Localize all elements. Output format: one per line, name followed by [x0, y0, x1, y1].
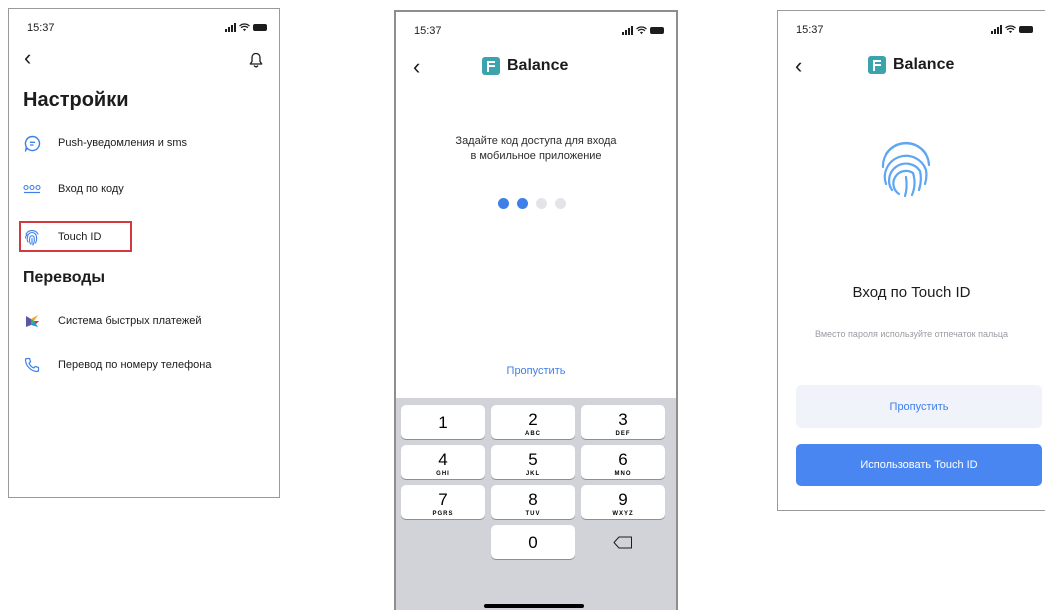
balance-logo-icon	[482, 57, 500, 75]
settings-item-sbp[interactable]: Система быстрых платежей	[23, 307, 201, 335]
settings-item-label: Перевод по номеру телефона	[58, 359, 212, 371]
brand-name: Balance	[893, 56, 955, 73]
settings-item-label: Вход по коду	[58, 183, 124, 195]
backspace-key[interactable]	[581, 525, 665, 559]
key-3[interactable]: 3 DEF	[581, 405, 665, 439]
touch-id-screen: 15:37 ‹ Balance Вход по Touch ID Вместо …	[777, 10, 1045, 511]
status-bar: 15:37	[9, 22, 279, 36]
signal-icon	[225, 23, 236, 32]
key-4[interactable]: 4 GHI	[401, 445, 485, 479]
chat-bubble-icon	[23, 134, 41, 152]
prompt-line-1: Задайте код доступа для входа	[455, 135, 617, 147]
signal-icon	[991, 25, 1002, 34]
settings-item-label: Система быстрых платежей	[58, 315, 202, 327]
back-button[interactable]: ‹	[24, 47, 31, 69]
settings-screen: 15:37 ‹ Настройки Push-уведомления и sms…	[8, 8, 280, 498]
settings-item-passcode[interactable]: Вход по коду	[23, 175, 124, 203]
section-title-transfers: Переводы	[23, 269, 106, 286]
status-time: 15:37	[796, 24, 824, 36]
brand-header: Balance	[482, 57, 568, 75]
status-bar: 15:37	[778, 24, 1045, 38]
skip-link[interactable]: Пропустить	[396, 365, 676, 377]
phone-icon	[23, 356, 41, 374]
back-button[interactable]: ‹	[795, 55, 802, 77]
brand-header: Balance	[868, 56, 954, 74]
pin-dot	[536, 198, 547, 209]
fingerprint-icon	[881, 141, 931, 198]
pin-dot	[498, 198, 509, 209]
back-button[interactable]: ‹	[413, 56, 420, 78]
key-9[interactable]: 9 WXYZ	[581, 485, 665, 519]
passcode-prompt: Задайте код доступа для входа в мобильно…	[396, 134, 676, 164]
touch-id-description: Вместо пароля используйте отпечаток паль…	[814, 329, 1009, 339]
touch-id-title: Вход по Touch ID	[852, 284, 971, 301]
key-0[interactable]: 0	[491, 525, 575, 559]
pin-dot	[517, 198, 528, 209]
skip-button[interactable]: Пропустить	[796, 385, 1042, 428]
wifi-icon	[636, 26, 647, 35]
settings-item-label: Push-уведомления и sms	[58, 137, 188, 149]
numeric-keypad: 1 2 ABC 3 DEF 4 GHI 5 JKL 6 MNO 7 PGRS 8 TUV 9W…	[396, 398, 676, 610]
key-6[interactable]: 6 MNO	[581, 445, 665, 479]
battery-icon	[650, 27, 664, 34]
status-time: 15:37	[27, 22, 55, 34]
pin-dot	[555, 198, 566, 209]
key-1[interactable]: 1	[401, 405, 485, 439]
sbp-logo-icon	[23, 312, 41, 330]
key-2[interactable]: 2 ABC	[491, 405, 575, 439]
home-indicator[interactable]	[484, 604, 584, 608]
prompt-line-2: в мобильное приложение	[470, 150, 602, 162]
wifi-icon	[1005, 25, 1016, 34]
pin-indicator	[498, 198, 566, 209]
key-8[interactable]: 8 TUV	[491, 485, 575, 519]
page-title: Настройки	[23, 89, 129, 111]
status-bar: 15:37	[396, 25, 676, 39]
battery-icon	[253, 24, 267, 31]
passcode-screen: 15:37 ‹ Balance Задайте код доступа для …	[394, 10, 678, 610]
status-time: 15:37	[414, 25, 442, 37]
key-7[interactable]: 7 PGRS	[401, 485, 485, 519]
battery-icon	[1019, 26, 1033, 33]
backspace-icon	[613, 536, 632, 548]
settings-item-phone-transfer[interactable]: Перевод по номеру телефона	[23, 351, 211, 379]
balance-logo-icon	[868, 56, 886, 74]
brand-name: Balance	[507, 57, 569, 74]
use-touch-id-button[interactable]: Использовать Touch ID	[796, 444, 1042, 486]
passcode-icon	[23, 180, 41, 198]
wifi-icon	[239, 23, 250, 32]
bell-icon[interactable]	[249, 52, 263, 68]
settings-item-push[interactable]: Push-уведомления и sms	[23, 129, 187, 157]
touch-id-highlight	[19, 221, 132, 252]
signal-icon	[622, 26, 633, 35]
key-5[interactable]: 5 JKL	[491, 445, 575, 479]
